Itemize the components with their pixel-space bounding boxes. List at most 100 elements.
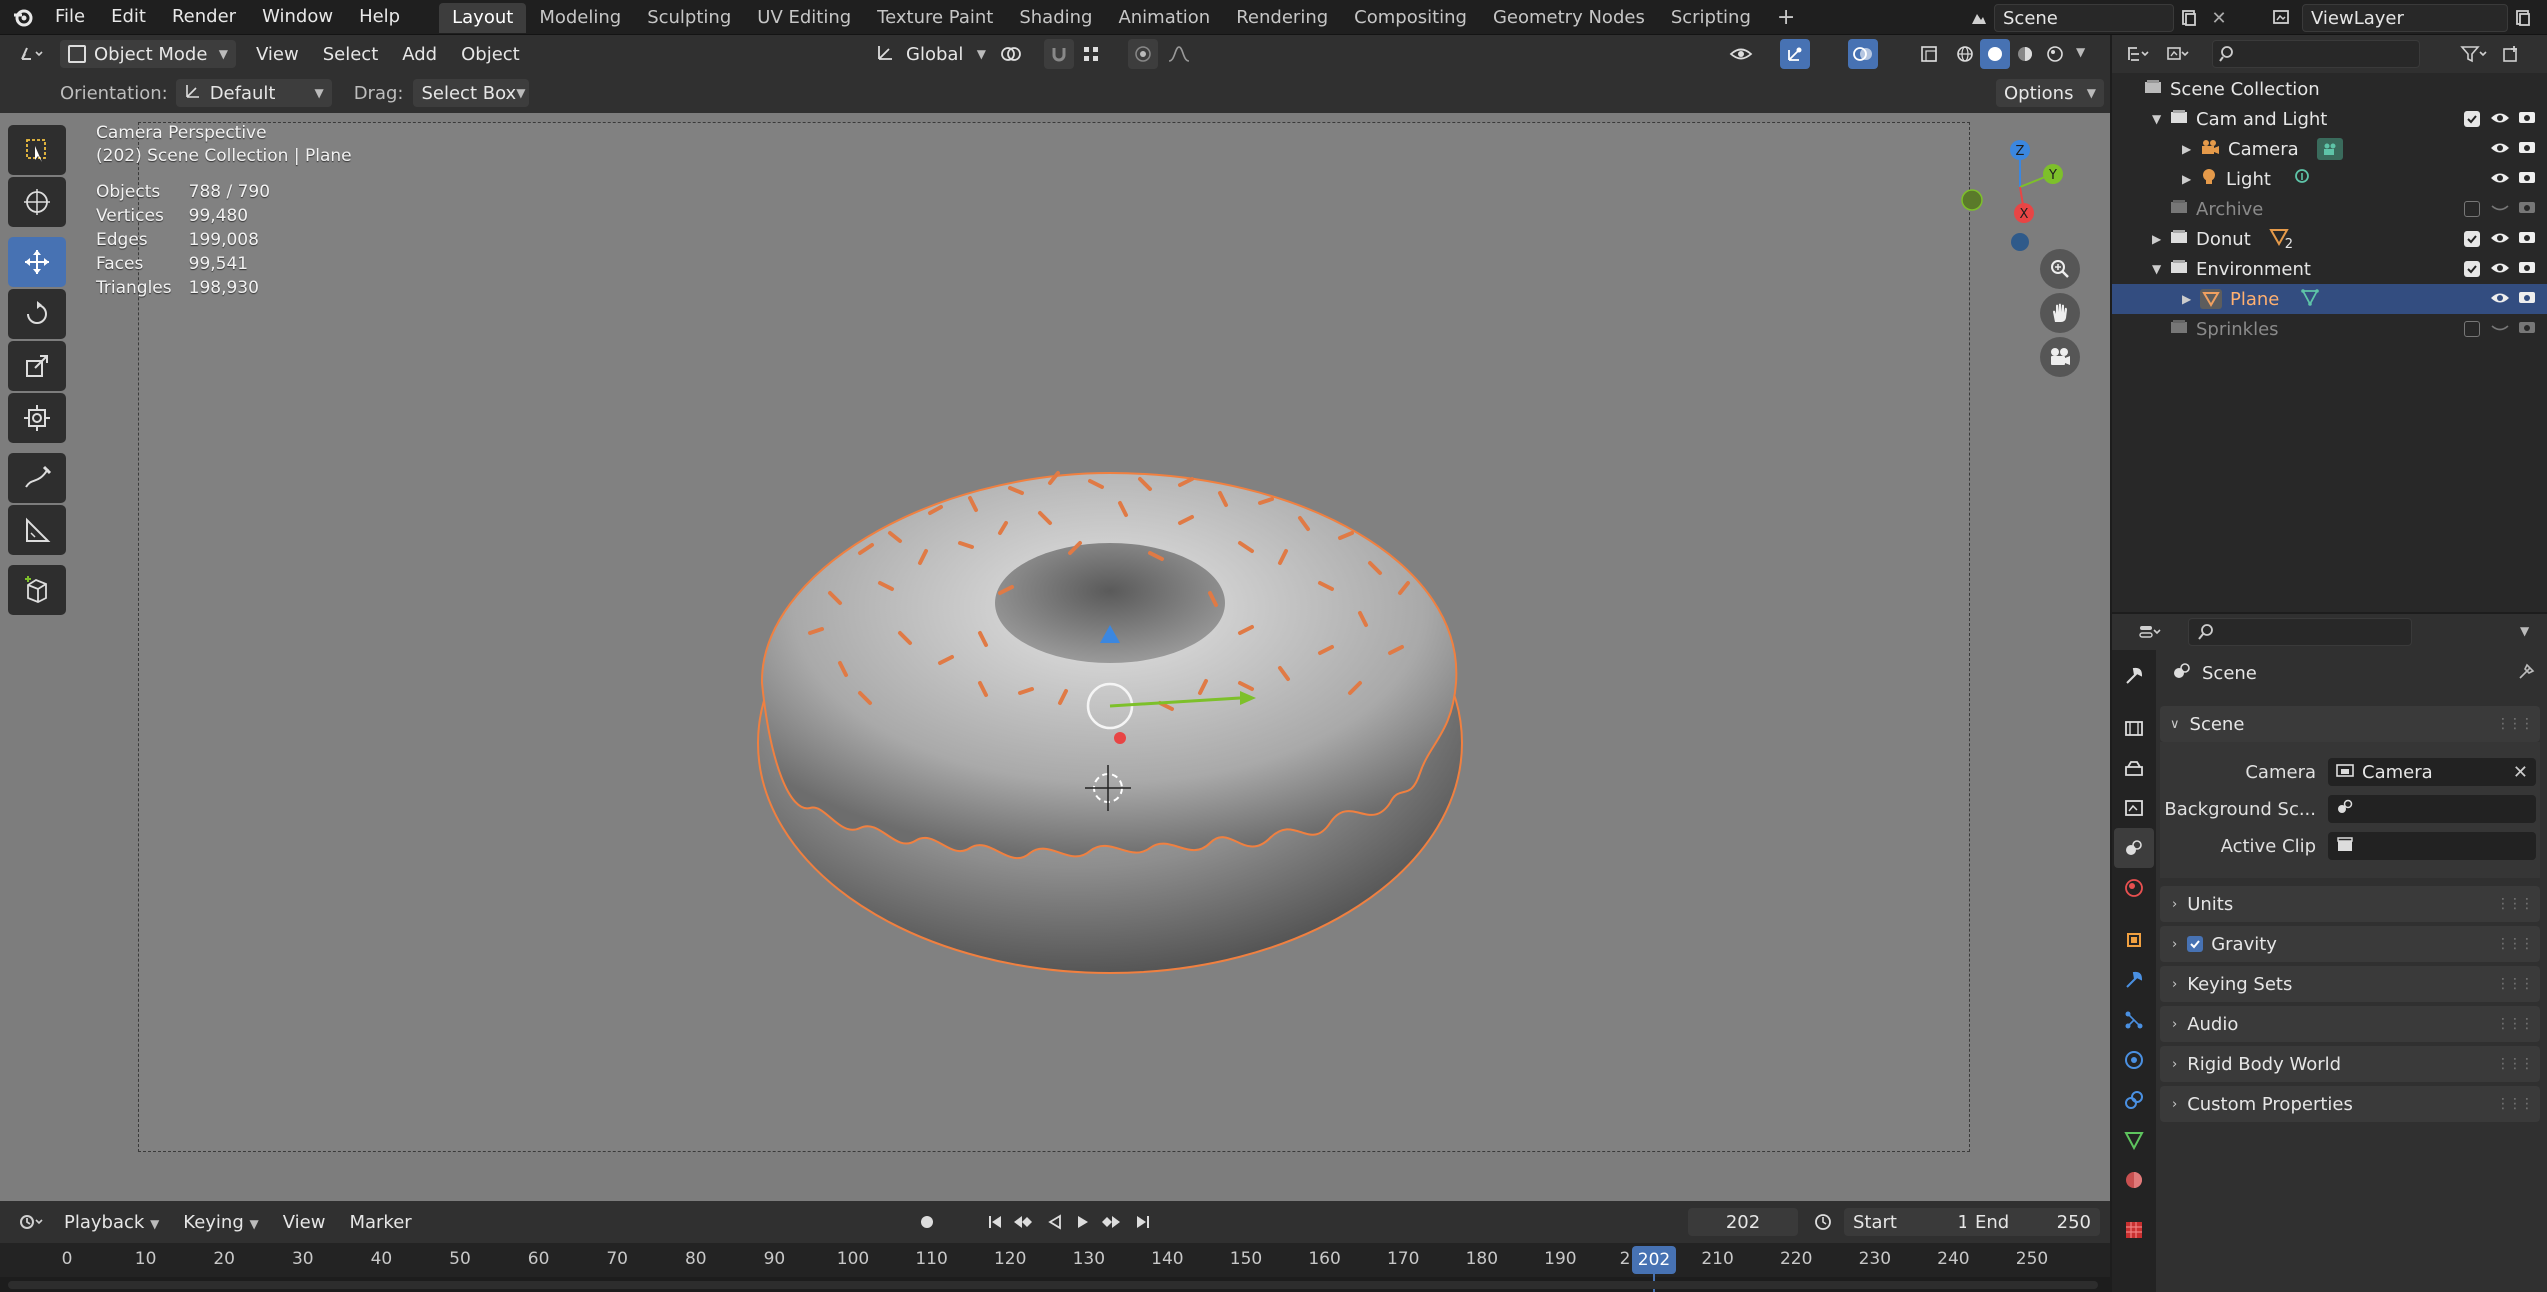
render-camera-icon[interactable]: [2518, 199, 2536, 220]
outliner-row-cam-and-light[interactable]: ▼ Cam and Light: [2112, 104, 2547, 134]
tab-scripting[interactable]: Scripting: [1658, 3, 1764, 33]
render-tab-icon[interactable]: [2114, 708, 2154, 748]
jump-start-icon[interactable]: [980, 1207, 1010, 1237]
outliner-row-archive[interactable]: Archive: [2112, 194, 2547, 224]
falloff-curve-icon[interactable]: [1164, 39, 1194, 69]
scene-name-field[interactable]: Scene: [1994, 4, 2174, 32]
annotate-tool-icon[interactable]: [8, 453, 66, 503]
scene-tab-icon[interactable]: [2114, 828, 2154, 868]
eye-icon[interactable]: [2490, 289, 2510, 310]
render-camera-icon[interactable]: [2518, 229, 2536, 250]
expand-arrow-icon[interactable]: ▶: [2182, 292, 2200, 306]
orientation-dropdown[interactable]: Default ▼: [175, 79, 332, 107]
outliner-row-light[interactable]: ▶ Light: [2112, 164, 2547, 194]
filter-icon[interactable]: [2452, 39, 2496, 69]
object-data-tab-icon[interactable]: [2114, 1120, 2154, 1160]
outliner-row-environment[interactable]: ▼ Environment: [2112, 254, 2547, 284]
include-checkbox-icon[interactable]: [2464, 231, 2480, 247]
render-camera-icon[interactable]: [2518, 289, 2536, 310]
select-box-tool-icon[interactable]: [8, 125, 66, 175]
transform-orientation-dropdown[interactable]: Global ▼: [868, 40, 994, 68]
proportional-edit-icon[interactable]: [1128, 39, 1158, 69]
menu-window[interactable]: Window: [249, 0, 346, 34]
rigid-body-world-panel[interactable]: › Rigid Body World ⋮⋮⋮: [2160, 1046, 2540, 1082]
timeline-scrollbar[interactable]: [8, 1281, 2098, 1289]
new-view-layer-icon[interactable]: [2508, 3, 2538, 33]
new-collection-icon[interactable]: [2496, 39, 2526, 69]
light-data-icon[interactable]: [2293, 168, 2311, 191]
view-layer-icon[interactable]: [2262, 3, 2302, 33]
new-scene-icon[interactable]: [2174, 3, 2204, 33]
expand-arrow-icon[interactable]: ▼: [2152, 112, 2170, 126]
preview-range-clock-icon[interactable]: [1808, 1207, 1838, 1237]
eye-icon[interactable]: [2490, 139, 2510, 160]
scene-panel-header[interactable]: ∨ Scene ⋮⋮⋮: [2160, 706, 2540, 742]
current-frame-field[interactable]: 202: [1688, 1208, 1798, 1236]
menu-playback[interactable]: Playback ▼: [52, 1212, 171, 1233]
render-camera-icon[interactable]: [2518, 109, 2536, 130]
gravity-panel[interactable]: › Gravity ⋮⋮⋮: [2160, 926, 2540, 962]
donut-model[interactable]: [740, 443, 1480, 1003]
start-frame-field[interactable]: Start 1: [1844, 1208, 1978, 1236]
menu-file[interactable]: File: [42, 0, 98, 34]
properties-search-input[interactable]: [2188, 618, 2412, 646]
render-camera-icon[interactable]: [2518, 169, 2536, 190]
render-camera-icon[interactable]: [2518, 259, 2536, 280]
drag-grip-icon[interactable]: ⋮⋮⋮: [2496, 936, 2534, 952]
tool-tab-icon[interactable]: [2114, 656, 2154, 696]
outliner-row-sprinkles[interactable]: Sprinkles: [2112, 314, 2547, 344]
display-mode-icon[interactable]: [2158, 39, 2198, 69]
tab-sculpting[interactable]: Sculpting: [634, 3, 744, 33]
mesh-data-icon[interactable]: [2301, 288, 2320, 311]
jump-end-icon[interactable]: [1128, 1207, 1158, 1237]
gizmo-x-axis[interactable]: [1114, 732, 1126, 744]
tab-animation[interactable]: Animation: [1105, 3, 1223, 33]
include-checkbox-icon[interactable]: [2464, 261, 2480, 277]
clear-field-icon[interactable]: ✕: [2513, 762, 2528, 783]
playhead-frame-indicator[interactable]: 202: [1632, 1246, 1676, 1274]
outliner-editor-type-icon[interactable]: [2118, 39, 2158, 69]
expand-arrow-icon[interactable]: ▶: [2182, 172, 2200, 186]
wireframe-shading-icon[interactable]: [1950, 39, 1980, 69]
view-layer-field[interactable]: ViewLayer: [2302, 4, 2508, 32]
eye-closed-icon[interactable]: [2490, 319, 2510, 340]
material-preview-icon[interactable]: [2010, 39, 2040, 69]
render-camera-icon[interactable]: [2518, 139, 2536, 160]
scene-icon[interactable]: [1964, 3, 1994, 33]
keying-sets-panel[interactable]: › Keying Sets ⋮⋮⋮: [2160, 966, 2540, 1002]
camera-data-icon[interactable]: [2316, 138, 2343, 160]
chevron-down-icon[interactable]: ▼: [2520, 624, 2529, 638]
frame-ruler[interactable]: 0 10 20 30 40 50 60 70 80 90 100 110 120 130 140 150 160…: [0, 1243, 2110, 1292]
expand-arrow-icon[interactable]: ▶: [2182, 142, 2200, 156]
particles-tab-icon[interactable]: [2114, 1000, 2154, 1040]
menu-render[interactable]: Render: [159, 0, 249, 34]
include-checkbox-icon[interactable]: [2464, 321, 2480, 337]
rendered-shading-icon[interactable]: [2040, 39, 2070, 69]
drag-grip-icon[interactable]: ⋮⋮⋮: [2496, 896, 2534, 912]
outliner-row-scene-collection[interactable]: Scene Collection: [2112, 74, 2547, 104]
pan-hand-icon[interactable]: [2040, 293, 2080, 333]
solid-shading-icon[interactable]: [1980, 39, 2010, 69]
output-tab-icon[interactable]: [2114, 748, 2154, 788]
tab-uv-editing[interactable]: UV Editing: [744, 3, 864, 33]
menu-help[interactable]: Help: [346, 0, 413, 34]
tab-rendering[interactable]: Rendering: [1223, 3, 1341, 33]
drag-grip-icon[interactable]: ⋮⋮⋮: [2496, 716, 2534, 732]
drag-dropdown[interactable]: Select Box ▼: [413, 79, 530, 107]
prev-keyframe-icon[interactable]: [1008, 1207, 1038, 1237]
menu-edit[interactable]: Edit: [98, 0, 159, 34]
object-tab-icon[interactable]: [2114, 920, 2154, 960]
include-checkbox-icon[interactable]: [2464, 111, 2480, 127]
outliner-row-plane[interactable]: ▶ Plane: [2112, 284, 2547, 314]
world-tab-icon[interactable]: [2114, 868, 2154, 908]
play-reverse-icon[interactable]: [1040, 1207, 1070, 1237]
constraints-tab-icon[interactable]: [2114, 1080, 2154, 1120]
transform-tool-icon[interactable]: [8, 393, 66, 443]
outliner-search-input[interactable]: [2212, 40, 2420, 68]
physics-tab-icon[interactable]: [2114, 1040, 2154, 1080]
object-mode-dropdown[interactable]: Object Mode ▼: [60, 40, 236, 68]
drag-grip-icon[interactable]: ⋮⋮⋮: [2496, 1056, 2534, 1072]
drag-grip-icon[interactable]: ⋮⋮⋮: [2496, 976, 2534, 992]
active-clip-field[interactable]: [2328, 832, 2536, 860]
blender-logo-icon[interactable]: [4, 2, 42, 32]
